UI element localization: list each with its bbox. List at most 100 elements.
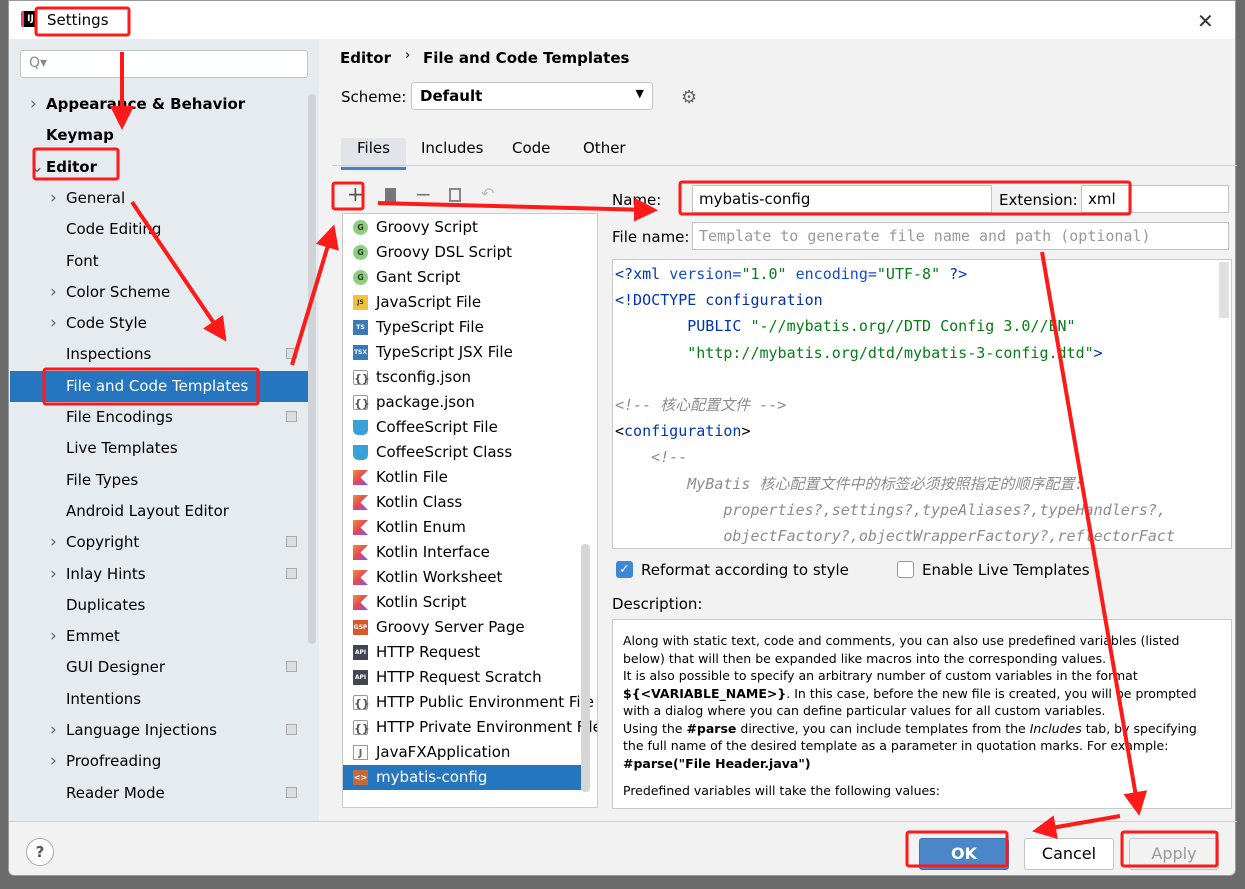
chevron-right-icon[interactable]: ›: [30, 89, 37, 120]
gsp-file-icon: GSP: [353, 620, 368, 635]
template-list-item[interactable]: GSP Groovy Server Page: [343, 615, 583, 640]
sidebar-item[interactable]: › Emmet: [10, 621, 310, 652]
duplicate-icon[interactable]: [449, 188, 461, 202]
sidebar-item[interactable]: Inspections: [10, 339, 310, 370]
sidebar-item[interactable]: Live Templates: [10, 433, 310, 464]
chevron-right-icon[interactable]: ›: [50, 308, 57, 339]
cancel-button[interactable]: Cancel: [1024, 838, 1114, 870]
sidebar-item[interactable]: › Copyright: [10, 527, 310, 558]
template-list-item[interactable]: Kotlin Worksheet: [343, 565, 583, 590]
template-list-item[interactable]: CoffeeScript Class: [343, 440, 583, 465]
code-line: MyBatis 核心配置文件中的标签必须按照指定的顺序配置:: [615, 471, 1083, 497]
code-line: <?xml version="1.0" encoding="UTF-8" ?>: [615, 261, 967, 287]
copy-file-icon[interactable]: [385, 188, 396, 202]
settings-sidebar: Q▾ › Appearance & Behavior Keymap ⌄ Editor › G…: [10, 39, 319, 821]
template-list-item[interactable]: API HTTP Request Scratch: [343, 665, 583, 690]
extension-input[interactable]: xml: [1081, 185, 1229, 213]
sidebar-item[interactable]: GUI Designer: [10, 652, 310, 683]
template-name: CoffeeScript Class: [376, 443, 513, 461]
template-list-item[interactable]: Kotlin File: [343, 465, 583, 490]
sidebar-item[interactable]: › Code Style: [10, 308, 310, 339]
template-list-item[interactable]: {} tsconfig.json: [343, 365, 583, 390]
template-list-item[interactable]: {} package.json: [343, 390, 583, 415]
sidebar-item[interactable]: › Appearance & Behavior: [10, 89, 310, 120]
templates-list-scrollbar[interactable]: [581, 544, 590, 792]
live-templates-label[interactable]: Enable Live Templates: [922, 561, 1090, 579]
template-list-item[interactable]: J JavaFXApplication: [343, 740, 583, 765]
sidebar-scrollbar[interactable]: [308, 94, 316, 644]
breadcrumb-separator-icon: ›: [405, 48, 411, 63]
sidebar-item[interactable]: › Proofreading: [10, 746, 310, 777]
editor-scrollbar[interactable]: [1219, 262, 1229, 318]
settings-search-input[interactable]: Q▾: [20, 50, 308, 78]
scheme-label: Scheme:: [341, 88, 407, 106]
template-list-item[interactable]: Kotlin Class: [343, 490, 583, 515]
project-settings-icon: [286, 786, 297, 798]
chevron-down-icon[interactable]: ⌄: [30, 152, 44, 183]
sidebar-item[interactable]: File Types: [10, 465, 310, 496]
template-list-item[interactable]: {} HTTP Private Environment File: [343, 715, 597, 740]
live-templates-checkbox[interactable]: [897, 561, 914, 578]
sidebar-item[interactable]: Android Layout Editor: [10, 496, 310, 527]
ok-button[interactable]: OK: [919, 838, 1009, 870]
template-list-item[interactable]: {} HTTP Public Environment File: [343, 690, 594, 715]
template-name: JavaScript File: [376, 293, 482, 311]
plus-icon[interactable]: +: [347, 182, 364, 206]
sidebar-item[interactable]: › Color Scheme: [10, 277, 310, 308]
sidebar-item[interactable]: › General: [10, 183, 310, 214]
reset-icon[interactable]: ↶: [481, 184, 494, 203]
sidebar-item[interactable]: Font: [10, 246, 310, 277]
sidebar-item-label: Color Scheme: [66, 282, 171, 301]
api-file-icon: API: [353, 645, 368, 660]
template-list-item[interactable]: TSX TypeScript JSX File: [343, 340, 583, 365]
help-button[interactable]: ?: [26, 838, 54, 866]
sidebar-item[interactable]: Reader Mode: [10, 778, 310, 809]
template-list-item[interactable]: Kotlin Script: [343, 590, 583, 615]
template-list-item[interactable]: G Groovy Script: [343, 215, 583, 240]
sidebar-item[interactable]: Code Editing: [10, 214, 310, 245]
chevron-right-icon[interactable]: ›: [50, 559, 57, 590]
breadcrumb-editor[interactable]: Editor: [340, 49, 391, 67]
sidebar-item[interactable]: Intentions: [10, 684, 310, 715]
template-list-item[interactable]: TS TypeScript File: [343, 315, 583, 340]
apply-button[interactable]: Apply: [1129, 838, 1219, 870]
file-name-input[interactable]: Template to generate file name and path …: [692, 222, 1229, 250]
template-list-item[interactable]: <> mybatis-config: [343, 765, 583, 790]
sidebar-item[interactable]: File and Code Templates: [10, 370, 310, 402]
template-name: Groovy Script: [376, 218, 478, 236]
chevron-right-icon[interactable]: ›: [50, 277, 57, 308]
chevron-right-icon[interactable]: ›: [50, 527, 57, 558]
sidebar-item-label: Inspections: [66, 345, 152, 364]
sidebar-item[interactable]: ⌄ Editor: [10, 152, 310, 183]
close-icon[interactable]: ✕: [1197, 9, 1214, 33]
template-code-editor[interactable]: <?xml version="1.0" encoding="UTF-8" ?> <…: [612, 259, 1232, 549]
sidebar-item[interactable]: › Language Injections: [10, 715, 310, 746]
templates-list: G Groovy Script G Groovy DSL Script G Gant Sc…: [342, 213, 598, 808]
template-list-item[interactable]: CoffeeScript File: [343, 415, 583, 440]
ts-file-icon: TSX: [353, 345, 368, 360]
gear-icon[interactable]: ⚙: [681, 87, 697, 108]
sidebar-item-label: Duplicates: [66, 595, 146, 614]
reformat-checkbox[interactable]: ✓: [616, 561, 633, 578]
chevron-right-icon[interactable]: ›: [50, 746, 57, 777]
template-list-item[interactable]: G Groovy DSL Script: [343, 240, 583, 265]
template-list-item[interactable]: API HTTP Request: [343, 640, 583, 665]
sidebar-item-label: Proofreading: [66, 752, 162, 771]
file-name-label: File name:: [612, 228, 690, 246]
sidebar-item[interactable]: Duplicates: [10, 590, 310, 621]
template-list-item[interactable]: JS JavaScript File: [343, 290, 583, 315]
name-input[interactable]: mybatis-config: [692, 185, 992, 213]
sidebar-item[interactable]: › Inlay Hints: [10, 559, 310, 590]
reformat-label[interactable]: Reformat according to style: [641, 561, 849, 579]
template-list-item[interactable]: G Gant Script: [343, 265, 583, 290]
chevron-right-icon[interactable]: ›: [50, 183, 57, 214]
scheme-dropdown[interactable]: Default ▼: [411, 82, 653, 110]
minus-icon[interactable]: −: [415, 182, 432, 206]
template-name: Kotlin Script: [376, 593, 467, 611]
sidebar-item[interactable]: File Encodings: [10, 402, 310, 433]
template-list-item[interactable]: Kotlin Enum: [343, 515, 583, 540]
template-list-item[interactable]: Kotlin Interface: [343, 540, 583, 565]
chevron-right-icon[interactable]: ›: [50, 621, 57, 652]
sidebar-item[interactable]: Keymap: [10, 120, 310, 151]
chevron-right-icon[interactable]: ›: [50, 715, 57, 746]
